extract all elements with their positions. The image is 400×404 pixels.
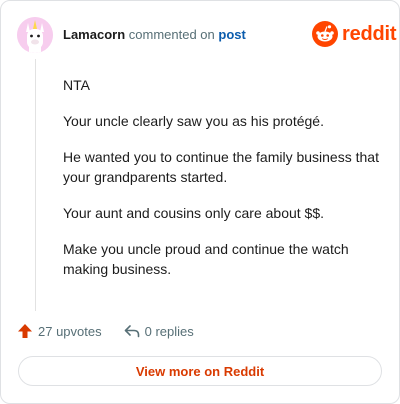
comment-paragraph: Make you uncle proud and continue the wa… — [63, 241, 349, 277]
comment-actions: 27 upvotes 0 replies — [17, 321, 194, 341]
thread-line — [35, 59, 36, 311]
view-more-button[interactable]: View more on Reddit — [18, 356, 382, 386]
comment-header: Lamacorn commented on post — [63, 27, 246, 43]
upvote-count: 27 upvotes — [38, 323, 102, 339]
reddit-snoo-icon — [312, 21, 338, 47]
comment-paragraph: Your uncle clearly saw you as his protég… — [63, 113, 324, 129]
upvote-arrow-icon — [18, 324, 32, 338]
post-link[interactable]: post — [218, 27, 245, 42]
upvote-button[interactable]: 27 upvotes — [17, 323, 102, 339]
commented-on-text: commented on — [128, 27, 215, 42]
reddit-wordmark: reddit — [342, 22, 397, 45]
comment-paragraph: Your aunt and cousins only care about $$… — [63, 205, 325, 221]
comment-paragraph: NTA — [63, 77, 90, 93]
reply-arrow-icon — [124, 325, 139, 338]
author-name[interactable]: Lamacorn — [63, 27, 125, 42]
llama-avatar-icon — [17, 17, 53, 53]
comment-paragraph: He wanted you to continue the family bus… — [63, 149, 379, 185]
comment-embed-card: Lamacorn commented on post reddit NTA Yo… — [0, 0, 400, 404]
reply-count: 0 replies — [144, 323, 194, 339]
avatar[interactable] — [17, 17, 53, 53]
comment-body: NTA Your uncle clearly saw you as his pr… — [63, 75, 383, 295]
replies-button[interactable]: 0 replies — [124, 323, 194, 339]
reddit-logo[interactable]: reddit — [312, 21, 397, 47]
